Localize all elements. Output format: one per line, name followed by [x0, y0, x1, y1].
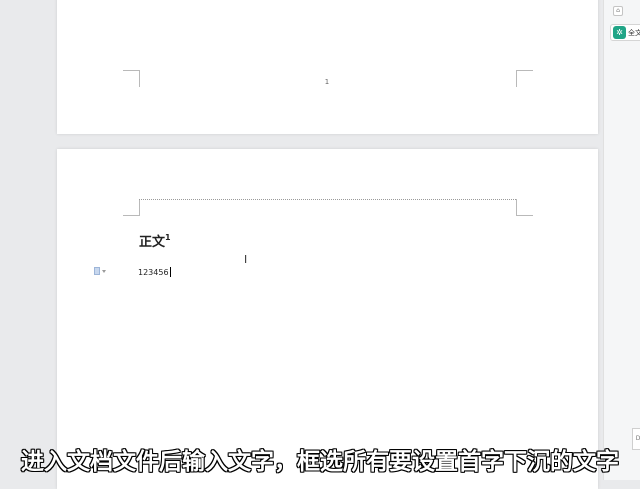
- document-body-text[interactable]: 123456: [138, 267, 171, 277]
- video-subtitle: 进入文档文件后输入文字，框选所有要设置首字下沉的文字: [21, 449, 619, 475]
- paragraph-doc-icon: [94, 267, 100, 275]
- mouse-ibeam-cursor-icon: I: [244, 253, 248, 266]
- paragraph-handle[interactable]: [94, 267, 106, 275]
- document-page-1[interactable]: 1: [57, 0, 598, 134]
- text-cursor: [169, 267, 171, 277]
- body-text-content[interactable]: 123456: [138, 268, 169, 277]
- page-number: 1: [324, 78, 330, 86]
- full-text-button[interactable]: ✲ 全文: [610, 24, 640, 41]
- home-icon[interactable]: ⌂: [613, 6, 623, 16]
- heading-footnote-marker[interactable]: 1: [165, 233, 171, 242]
- ai-assistant-icon: ✲: [613, 26, 626, 39]
- chevron-down-icon: [102, 269, 106, 273]
- full-text-button-label: 全文: [628, 28, 640, 37]
- header-divider-line: [139, 199, 516, 200]
- heading-text[interactable]: 正文: [139, 235, 165, 250]
- document-page-2[interactable]: 正文1 123456: [57, 149, 598, 489]
- right-side-panel: ⌂ ✲ 全文 D: [603, 0, 640, 480]
- margin-corner-top-right: [516, 199, 533, 216]
- margin-corner-bottom-left: [123, 70, 140, 87]
- document-workspace[interactable]: 1 正文1 123456 I: [0, 0, 603, 489]
- margin-corner-top-left: [123, 199, 140, 216]
- margin-corner-bottom-right: [516, 70, 533, 87]
- document-heading[interactable]: 正文1: [139, 231, 171, 250]
